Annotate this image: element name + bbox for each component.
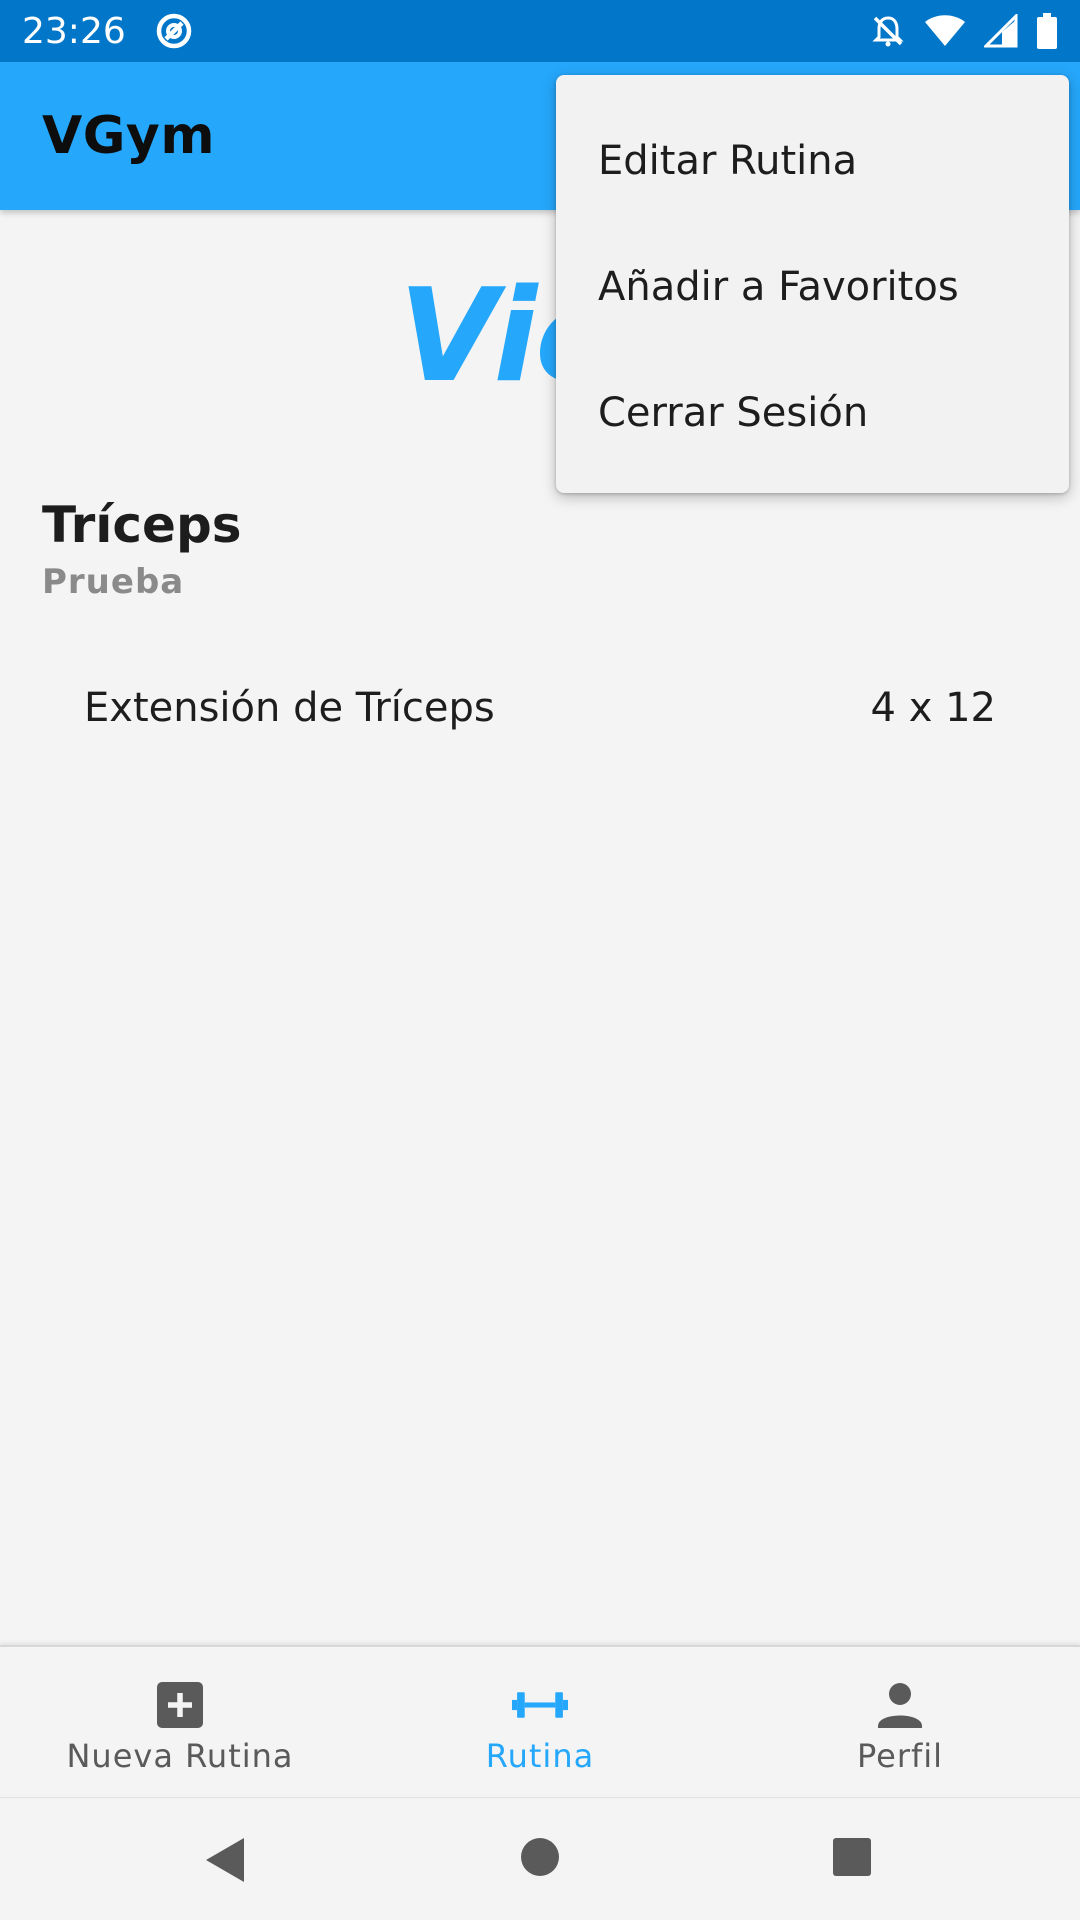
home-icon[interactable]	[519, 1836, 561, 1878]
nav-item-routine[interactable]: Rutina	[360, 1647, 720, 1795]
status-bar: 23:26	[0, 0, 1080, 62]
nav-label-routine: Rutina	[485, 1737, 595, 1775]
exercise-sets-reps: 4 x 12	[870, 685, 996, 731]
routine-name: Tríceps	[42, 496, 242, 554]
back-icon[interactable]	[204, 1836, 248, 1884]
person-icon	[872, 1677, 928, 1733]
cell-signal-icon	[984, 14, 1018, 48]
app-title: VGym	[42, 106, 216, 166]
routine-description: Prueba	[42, 562, 185, 602]
menu-item-logout[interactable]: Cerrar Sesión	[556, 350, 1069, 476]
battery-icon	[1037, 13, 1057, 49]
nav-label-profile: Perfil	[856, 1737, 944, 1775]
notifications-off-icon	[872, 16, 904, 47]
sync-icon	[156, 13, 191, 49]
status-time: 23:26	[22, 10, 126, 52]
menu-item-edit-routine[interactable]: Editar Rutina	[556, 98, 1069, 224]
exercise-row[interactable]: Extensión de Tríceps 4 x 12	[84, 680, 996, 736]
wifi-icon	[925, 15, 965, 46]
menu-item-add-favorites[interactable]: Añadir a Favoritos	[556, 224, 1069, 350]
add-box-icon	[152, 1677, 208, 1733]
nav-item-new-routine[interactable]: Nueva Rutina	[0, 1647, 360, 1795]
dumbbell-icon	[512, 1677, 568, 1733]
nav-item-profile[interactable]: Perfil	[720, 1647, 1080, 1795]
overflow-menu: Editar Rutina Añadir a Favoritos Cerrar …	[556, 75, 1069, 493]
recents-icon[interactable]	[831, 1836, 873, 1878]
bottom-nav: Nueva Rutina Rutina Perfil	[0, 1645, 1080, 1795]
system-nav-bar	[0, 1797, 1080, 1920]
exercise-name: Extensión de Tríceps	[84, 685, 495, 731]
nav-label-new-routine: Nueva Rutina	[66, 1737, 294, 1775]
